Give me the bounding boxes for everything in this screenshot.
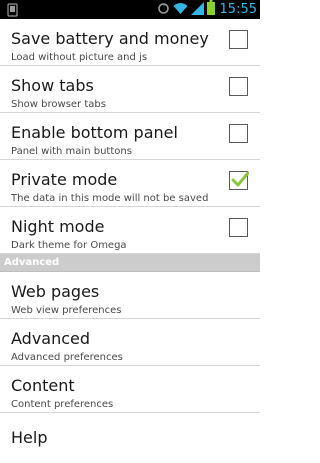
pref-title: Show tabs	[11, 76, 94, 95]
pref-title: Web pages	[11, 282, 100, 301]
pref-summary: Web view preferences	[11, 305, 122, 316]
pref-private-mode[interactable]: Private mode The data in this mode will …	[0, 160, 260, 207]
wifi-icon	[173, 0, 188, 19]
pref-title: Content	[11, 376, 75, 395]
pref-night-mode[interactable]: Night mode Dark theme for Omega	[0, 207, 260, 254]
battery-icon	[206, 0, 215, 19]
pref-summary: The data in this mode will not be saved	[11, 193, 209, 204]
bottom-panel-checkbox[interactable]	[229, 124, 248, 143]
sync-icon	[157, 0, 170, 19]
pref-advanced[interactable]: Advanced Advanced preferences	[0, 319, 260, 366]
pref-summary: Content preferences	[11, 399, 114, 410]
show-tabs-checkbox[interactable]	[229, 77, 248, 96]
notification-icon	[6, 2, 20, 17]
pref-help[interactable]: Help	[0, 413, 260, 459]
night-mode-checkbox[interactable]	[229, 218, 248, 237]
status-time: 15:55	[219, 2, 257, 17]
pref-title: Private mode	[11, 170, 118, 189]
pref-title: Advanced	[11, 329, 91, 348]
pref-bottom-panel[interactable]: Enable bottom panel Panel with main butt…	[0, 113, 260, 160]
pref-title: Night mode	[11, 217, 105, 236]
checkmark-icon	[231, 171, 249, 187]
section-header-advanced: Advanced	[0, 254, 260, 272]
pref-title: Save battery and money	[11, 29, 209, 48]
pref-summary: Show browser tabs	[11, 99, 106, 110]
pref-save-battery[interactable]: Save battery and money Load without pict…	[0, 19, 260, 66]
settings-list: Save battery and money Load without pict…	[0, 19, 260, 459]
status-bar: 15:55	[0, 0, 260, 19]
pref-summary: Dark theme for Omega	[11, 240, 127, 251]
save-battery-checkbox[interactable]	[229, 30, 248, 49]
pref-show-tabs[interactable]: Show tabs Show browser tabs	[0, 66, 260, 113]
pref-web-pages[interactable]: Web pages Web view preferences	[0, 272, 260, 319]
pref-content[interactable]: Content Content preferences	[0, 366, 260, 413]
private-mode-checkbox[interactable]	[229, 171, 249, 190]
pref-summary: Panel with main buttons	[11, 146, 132, 157]
pref-title: Enable bottom panel	[11, 123, 178, 142]
settings-screen: 15:55 Save battery and money Load withou…	[0, 0, 260, 463]
pref-summary: Load without picture and js	[11, 52, 148, 63]
section-label: Advanced	[4, 257, 60, 268]
signal-icon	[190, 0, 204, 19]
pref-title: Help	[11, 428, 48, 447]
pref-summary: Advanced preferences	[11, 352, 123, 363]
